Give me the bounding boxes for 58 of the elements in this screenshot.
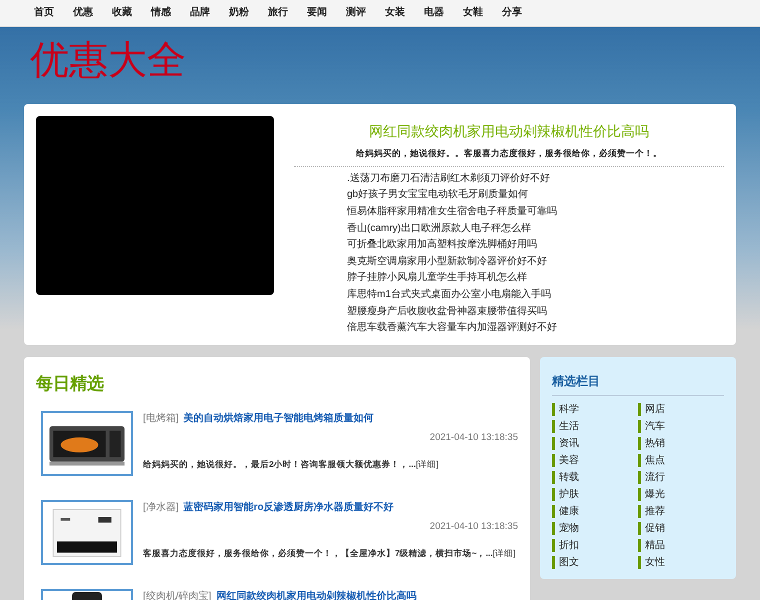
category-tag: [净水器] bbox=[143, 500, 179, 514]
article-link[interactable]: 塑腰瘦身产后收腹收盆骨神器束腰带值得买吗 bbox=[347, 304, 724, 320]
sidebar-heading: 精选栏目 bbox=[552, 372, 724, 396]
category-link[interactable]: 焦点 bbox=[638, 454, 665, 467]
nav-link[interactable]: 奶粉 bbox=[229, 8, 249, 18]
article-link[interactable]: .送荡刀布磨刀石清洁刷红木剃须刀评价好不好 bbox=[347, 170, 724, 188]
category-link[interactable]: 流行 bbox=[638, 471, 665, 484]
category-link[interactable]: 推荐 bbox=[638, 505, 665, 518]
site-title: 优惠大全 bbox=[30, 39, 186, 82]
nav-link[interactable]: 要闻 bbox=[307, 8, 327, 18]
article-link[interactable]: 奥克斯空调扇家用小型新款制冷器评价好不好 bbox=[347, 254, 724, 270]
category-link[interactable]: 促销 bbox=[638, 522, 665, 535]
details-link[interactable]: [详细] bbox=[492, 548, 516, 558]
category-tag: [电烤箱] bbox=[143, 410, 179, 426]
article-link[interactable]: 恒易体脂秤家用精准女生宿舍电子秤质量可靠吗 bbox=[347, 204, 724, 221]
category-link[interactable]: 生活 bbox=[552, 420, 579, 433]
category-link[interactable]: 网店 bbox=[638, 403, 665, 416]
category-link[interactable]: 健康 bbox=[552, 505, 579, 518]
featured-summary: 给妈妈买的，她说很好。。客服喜力态度很好，服务很给你，必须赞一个！。 bbox=[294, 147, 724, 167]
article-link[interactable]: 脖子挂脖小风扇儿童学生手持耳机怎么样 bbox=[347, 270, 724, 287]
nav-link[interactable]: 首页 bbox=[34, 8, 54, 18]
article-link[interactable]: gb好孩子男女宝宝电动软毛牙刷质量如何 bbox=[347, 187, 724, 204]
category-link[interactable]: 护肤 bbox=[552, 488, 579, 501]
article-title[interactable]: 美的自动烘焙家用电子智能电烤箱质量如何 bbox=[184, 410, 374, 426]
category-link[interactable]: 折扣 bbox=[552, 539, 579, 552]
nav-link[interactable]: 品牌 bbox=[190, 8, 210, 18]
article-excerpt: 给妈妈买的，她说很好。，最后2小时！咨询客服领大额优惠券！，...[详细] bbox=[143, 458, 440, 470]
nav-link[interactable]: 分享 bbox=[502, 8, 522, 18]
category-link[interactable]: 美容 bbox=[552, 454, 579, 467]
category-link[interactable]: 科学 bbox=[552, 403, 579, 416]
nav-link[interactable]: 收藏 bbox=[112, 8, 132, 18]
article-link[interactable]: 倍思车载香薰汽车大容量车内加湿器评测好不好 bbox=[347, 320, 724, 337]
category-link[interactable]: 汽车 bbox=[638, 420, 665, 433]
nav-link[interactable]: 电器 bbox=[424, 8, 444, 18]
category-link[interactable]: 热销 bbox=[638, 437, 665, 450]
article-excerpt: 客服喜力态度很好，服务很给你，必须赞一个！，【全屋净水】7级精滤，横扫市场~，...[详细] bbox=[143, 546, 517, 560]
category-link[interactable]: 宠物 bbox=[552, 522, 579, 535]
nav-link[interactable]: 女装 bbox=[385, 8, 405, 18]
article-link[interactable]: 可折叠北欧家用加高塑料按摩洗脚桶好用吗 bbox=[347, 237, 724, 254]
category-link[interactable]: 图文 bbox=[552, 556, 579, 569]
article-title[interactable]: 蓝密码家用智能ro反渗透厨房净水器质量好不好 bbox=[184, 500, 394, 514]
timestamp: 2021-04-10 13:18:35 bbox=[430, 430, 518, 444]
details-link[interactable]: [详细] bbox=[416, 458, 439, 469]
article-title[interactable]: 网红同款绞肉机家用电动剁辣椒机性价比高吗 bbox=[216, 588, 416, 600]
article-link[interactable]: 香山(camry)出口欧洲原款人电子秤怎么样 bbox=[347, 220, 724, 238]
nav-link[interactable]: 旅行 bbox=[268, 8, 288, 18]
category-link[interactable]: 转载 bbox=[552, 471, 579, 484]
timestamp: 2021-04-10 13:18:35 bbox=[430, 520, 518, 534]
nav-link[interactable]: 情感 bbox=[151, 8, 171, 18]
section-heading: 每日精选 bbox=[36, 373, 105, 395]
category-link[interactable]: 女性 bbox=[638, 556, 665, 569]
category-link[interactable]: 精品 bbox=[638, 539, 665, 552]
nav-link[interactable]: 测评 bbox=[346, 8, 366, 18]
category-link[interactable]: 资讯 bbox=[552, 437, 579, 450]
category-link[interactable]: 爆光 bbox=[638, 488, 665, 501]
nav-link[interactable]: 优惠 bbox=[73, 8, 93, 18]
nav-link[interactable]: 女鞋 bbox=[463, 8, 483, 18]
article-link[interactable]: 库思特m1台式夹式桌面办公室小电扇能入手吗 bbox=[347, 286, 724, 304]
